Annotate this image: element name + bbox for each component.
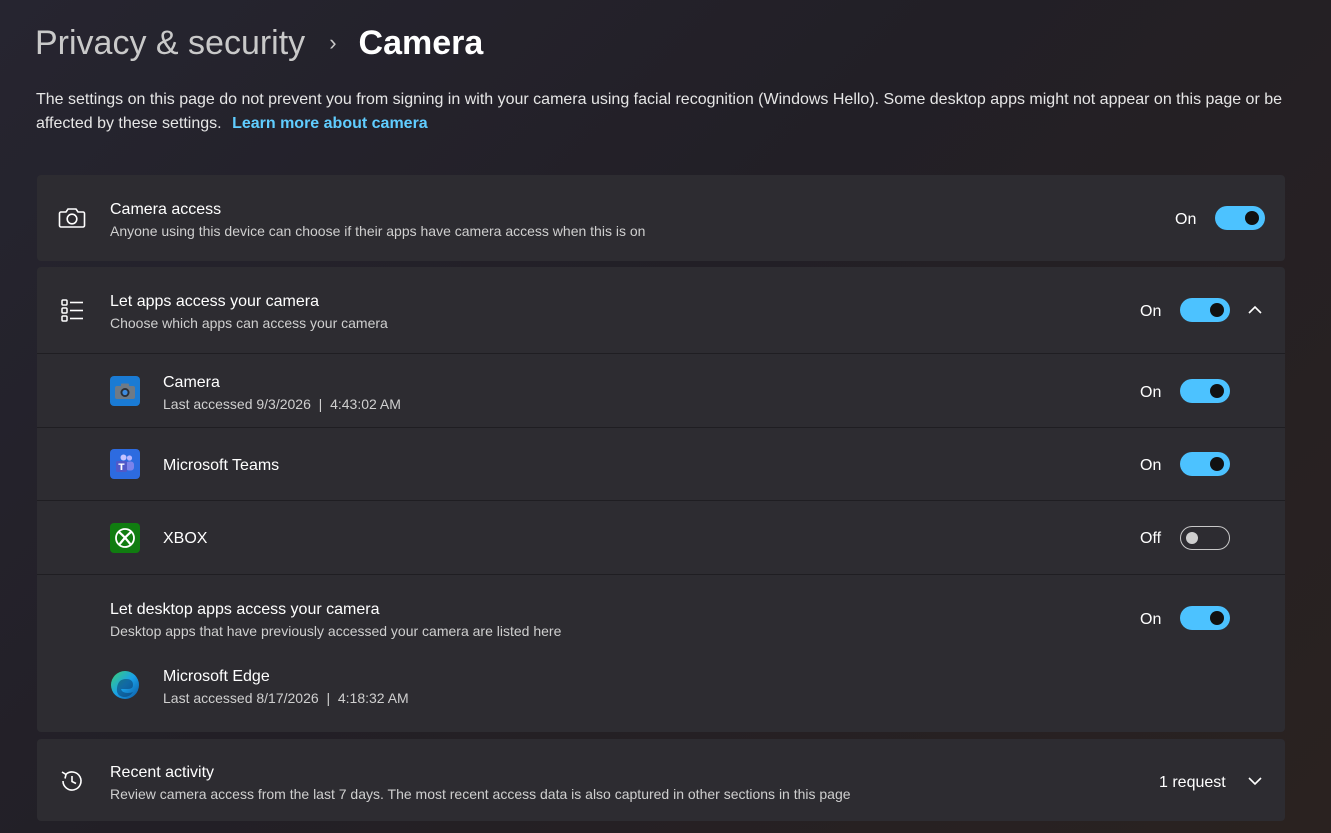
let-apps-subtitle: Choose which apps can access your camera (110, 315, 388, 331)
app-name-edge: Microsoft Edge (163, 668, 270, 685)
svg-text:T: T (118, 463, 125, 473)
desktop-apps-row: Let desktop apps access your camera Desk… (37, 574, 1285, 733)
chevron-up-icon[interactable] (1245, 300, 1265, 320)
recent-activity-title: Recent activity (110, 764, 215, 781)
app-row-teams: T Microsoft Teams On (37, 427, 1285, 501)
description-text: The settings on this page do not prevent… (36, 91, 1283, 132)
app-state-teams: On (1140, 457, 1162, 474)
chevron-down-icon[interactable] (1245, 771, 1265, 791)
let-apps-state: On (1140, 303, 1162, 320)
camera-access-title: Camera access (110, 201, 222, 218)
app-row-xbox: XBOX Off (37, 500, 1285, 575)
page-title: Camera (358, 24, 484, 62)
recent-activity-row[interactable]: Recent activity Review camera access fro… (37, 739, 1285, 821)
app-name-teams: Microsoft Teams (163, 457, 280, 474)
camera-app-icon (110, 376, 140, 406)
camera-access-state: On (1175, 211, 1197, 228)
camera-icon (57, 203, 87, 233)
desktop-apps-subtitle: Desktop apps that have previously access… (110, 623, 562, 639)
camera-app-toggle[interactable] (1180, 379, 1230, 403)
xbox-icon (110, 523, 140, 553)
history-icon (57, 766, 87, 796)
let-apps-row[interactable]: Let apps access your camera Choose which… (37, 267, 1285, 353)
camera-access-card: Camera access Anyone using this device c… (37, 175, 1285, 261)
desktop-apps-title: Let desktop apps access your camera (110, 601, 380, 618)
learn-more-link[interactable]: Learn more about camera (232, 115, 428, 132)
app-row-camera: Camera Last accessed 9/3/2026 | 4:43:02 … (37, 353, 1285, 428)
page-description: The settings on this page do not prevent… (36, 88, 1296, 136)
app-detail-camera: Last accessed 9/3/2026 | 4:43:02 AM (163, 396, 401, 412)
camera-access-subtitle: Anyone using this device can choose if t… (110, 223, 646, 239)
xbox-toggle[interactable] (1180, 526, 1230, 550)
list-icon (57, 295, 87, 325)
edge-icon (110, 670, 140, 700)
camera-access-row: Camera access Anyone using this device c… (37, 175, 1285, 261)
recent-activity-subtitle: Review camera access from the last 7 day… (110, 786, 851, 802)
app-access-card: Let apps access your camera Choose which… (37, 267, 1285, 732)
let-apps-title: Let apps access your camera (110, 293, 319, 310)
let-apps-toggle[interactable] (1180, 298, 1230, 322)
app-name-xbox: XBOX (163, 530, 208, 547)
app-state-xbox: Off (1140, 530, 1162, 547)
app-detail-edge: Last accessed 8/17/2026 | 4:18:32 AM (163, 690, 409, 706)
desktop-apps-state: On (1140, 611, 1162, 628)
breadcrumb-privacy-security[interactable]: Privacy & security (35, 20, 305, 66)
recent-activity-count: 1 request (1159, 774, 1226, 791)
app-state-camera: On (1140, 384, 1162, 401)
teams-icon: T (110, 449, 140, 479)
desktop-apps-toggle[interactable] (1180, 606, 1230, 630)
app-name-camera: Camera (163, 374, 220, 391)
camera-access-toggle[interactable] (1215, 206, 1265, 230)
breadcrumb: Privacy & security › Camera (35, 20, 483, 66)
recent-activity-card[interactable]: Recent activity Review camera access fro… (37, 739, 1285, 821)
chevron-right-icon: › (329, 30, 337, 55)
teams-toggle[interactable] (1180, 452, 1230, 476)
